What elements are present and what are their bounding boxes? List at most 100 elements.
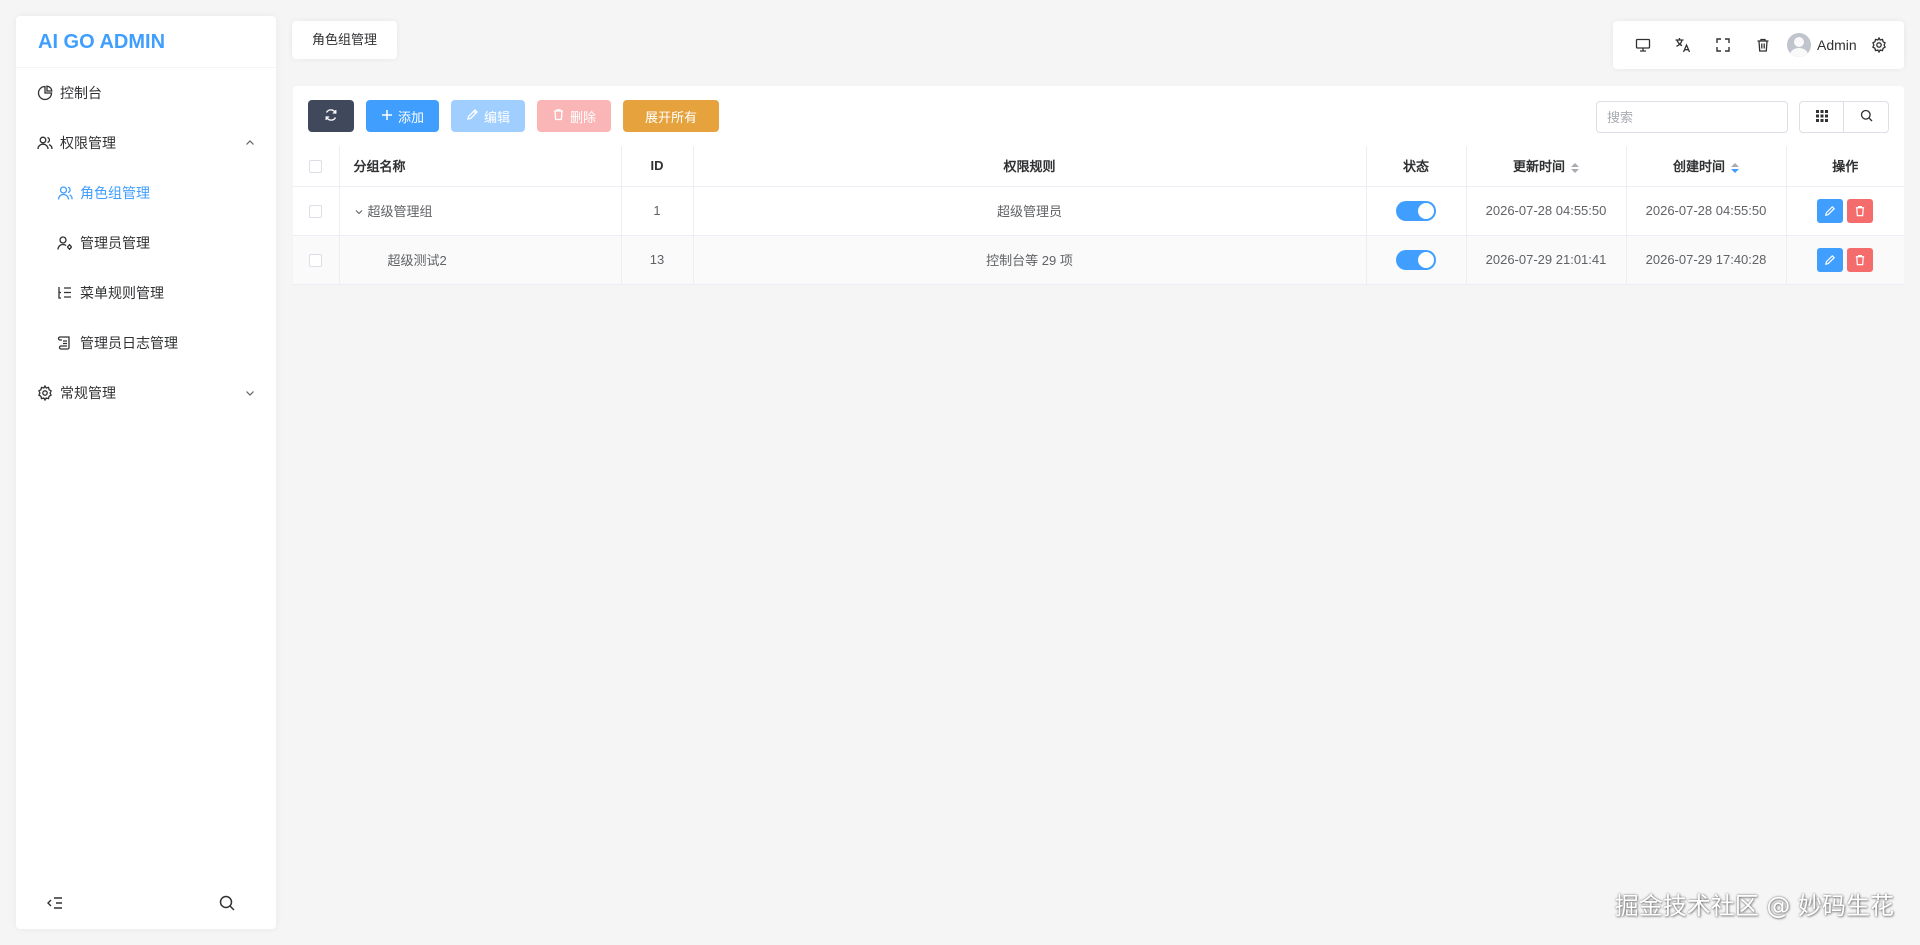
collapse-menu-icon[interactable] <box>46 894 64 915</box>
column-settings-button[interactable] <box>1799 101 1844 133</box>
clear-cache-icon[interactable] <box>1743 25 1783 65</box>
sidebar-item-admin-log[interactable]: 管理员日志管理 <box>16 318 276 368</box>
status-switch[interactable] <box>1396 249 1436 270</box>
group-name-cell: 超级管理组 <box>339 186 622 236</box>
row-select-cell <box>293 186 340 236</box>
sidebar-item-label: 管理员管理 <box>80 235 150 251</box>
plus-icon <box>381 109 393 124</box>
row-edit-button[interactable] <box>1817 247 1844 272</box>
add-button-label: 添加 <box>398 109 425 125</box>
sidebar-item-menu-rules[interactable]: 菜单规则管理 <box>16 268 276 318</box>
row-select-cell <box>293 235 340 285</box>
user-icon <box>56 184 74 202</box>
trash-icon <box>552 108 565 124</box>
refresh-icon <box>324 108 338 125</box>
top-right-toolbar: Admin <box>1613 21 1904 69</box>
sidebar-item-admin[interactable]: 管理员管理 <box>16 218 276 268</box>
sidebar-item-label: 常规管理 <box>60 385 116 401</box>
updated-cell: 2026-07-28 04:55:50 <box>1466 186 1627 236</box>
search-input[interactable] <box>1597 102 1787 132</box>
users-icon <box>36 134 54 152</box>
tree-expand-icon[interactable] <box>354 205 366 220</box>
row-delete-button[interactable] <box>1847 198 1874 223</box>
status-switch[interactable] <box>1396 200 1436 221</box>
fullscreen-icon[interactable] <box>1703 25 1743 65</box>
sidebar-item-label: 菜单规则管理 <box>80 285 164 301</box>
monitor-icon[interactable] <box>1623 25 1663 65</box>
sidebar-footer <box>16 879 276 929</box>
pencil-icon <box>1825 254 1836 265</box>
sidebar-item-permission[interactable]: 权限管理 <box>16 118 276 168</box>
id-cell: 1 <box>621 186 694 236</box>
row-checkbox[interactable] <box>309 254 323 268</box>
updated-cell: 2026-07-29 21:01:41 <box>1466 235 1627 285</box>
permission-submenu: 角色组管理 管理员管理 菜单规则管理 管理员日志管理 <box>16 168 276 368</box>
advanced-search-button[interactable] <box>1844 101 1889 133</box>
sort-icon[interactable] <box>1571 162 1579 173</box>
delete-button[interactable]: 删除 <box>537 100 612 132</box>
rules-cell: 控制台等 29 项 <box>693 235 1367 285</box>
sidebar-item-role-group[interactable]: 角色组管理 <box>16 168 276 218</box>
header-actions: 操作 <box>1786 146 1904 187</box>
list-tree-icon <box>56 284 74 302</box>
sidebar-item-label: 角色组管理 <box>80 185 150 201</box>
grid-icon <box>1815 109 1828 125</box>
header-created[interactable]: 创建时间 <box>1626 146 1787 187</box>
actions-cell <box>1786 235 1904 285</box>
pencil-icon <box>466 108 479 124</box>
avatar <box>1787 33 1811 57</box>
status-cell <box>1366 186 1467 236</box>
user-cog-icon <box>56 234 74 252</box>
refresh-button[interactable] <box>308 100 354 132</box>
status-cell <box>1366 235 1467 285</box>
pencil-icon <box>1825 205 1836 216</box>
edit-button[interactable]: 编辑 <box>451 100 526 132</box>
row-edit-button[interactable] <box>1817 198 1844 223</box>
row-checkbox[interactable] <box>309 205 323 219</box>
search-box <box>1596 101 1788 133</box>
created-cell: 2026-07-28 04:55:50 <box>1626 186 1787 236</box>
translate-icon[interactable] <box>1663 25 1703 65</box>
id-cell: 13 <box>621 235 694 285</box>
sidebar-item-label: 控制台 <box>60 85 102 101</box>
table-row: 超级管理组 1 超级管理员 2026-07-28 04:55:50 2026-0… <box>293 186 1904 236</box>
sidebar-item-label: 管理员日志管理 <box>80 335 178 351</box>
search-icon <box>1860 109 1873 125</box>
scroll-icon <box>56 334 74 352</box>
add-button[interactable]: 添加 <box>366 100 440 132</box>
rules-cell: 超级管理员 <box>693 186 1367 236</box>
row-delete-button[interactable] <box>1847 247 1874 272</box>
sidebar: AI GO ADMIN 控制台 权限管理 角色组管理 管理员管理 菜单规则管理 … <box>16 16 276 929</box>
trash-icon <box>1856 205 1865 216</box>
gear-icon <box>36 384 54 402</box>
brand-logo: AI GO ADMIN <box>16 16 276 68</box>
table-header-row: 分组名称 ID 权限规则 状态 更新时间 创建时间 操作 <box>293 146 1904 187</box>
header-group-name: 分组名称 <box>339 146 622 187</box>
actions-cell <box>1786 186 1904 236</box>
sidebar-item-label: 权限管理 <box>60 135 116 151</box>
search-icon[interactable] <box>218 894 236 915</box>
role-group-table: 分组名称 ID 权限规则 状态 更新时间 创建时间 操作 超级管理组 1 超级管… <box>293 146 1904 285</box>
tab-role-group[interactable]: 角色组管理 <box>292 21 398 59</box>
table-toolbar: 添加 编辑 删除 展开所有 <box>308 100 720 132</box>
group-name-cell: 超级测试2 <box>339 235 622 285</box>
table-row: 超级测试2 13 控制台等 29 项 2026-07-29 21:01:41 2… <box>293 235 1904 285</box>
sidebar-item-dashboard[interactable]: 控制台 <box>16 68 276 118</box>
sidebar-item-general[interactable]: 常规管理 <box>16 368 276 418</box>
username: Admin <box>1817 37 1857 53</box>
header-updated[interactable]: 更新时间 <box>1466 146 1627 187</box>
group-name: 超级管理组 <box>367 203 433 219</box>
header-updated-label: 更新时间 <box>1512 159 1565 175</box>
user-menu[interactable]: Admin <box>1787 33 1857 57</box>
edit-button-label: 编辑 <box>484 109 511 125</box>
delete-button-label: 删除 <box>570 109 597 125</box>
gear-icon[interactable] <box>1865 25 1893 65</box>
select-all-cell <box>293 146 340 187</box>
chevron-down-icon <box>244 387 256 399</box>
expand-all-button[interactable]: 展开所有 <box>623 100 720 132</box>
main-card: 添加 编辑 删除 展开所有 搜索 分组名称 ID 权限规则 状态 更新时间 创建… <box>293 86 1904 285</box>
select-all-checkbox[interactable] <box>309 160 323 174</box>
watermark: 掘金技术社区 @ 妙码生花 <box>1614 892 1894 920</box>
sort-icon[interactable] <box>1731 162 1739 173</box>
header-status: 状态 <box>1366 146 1467 187</box>
